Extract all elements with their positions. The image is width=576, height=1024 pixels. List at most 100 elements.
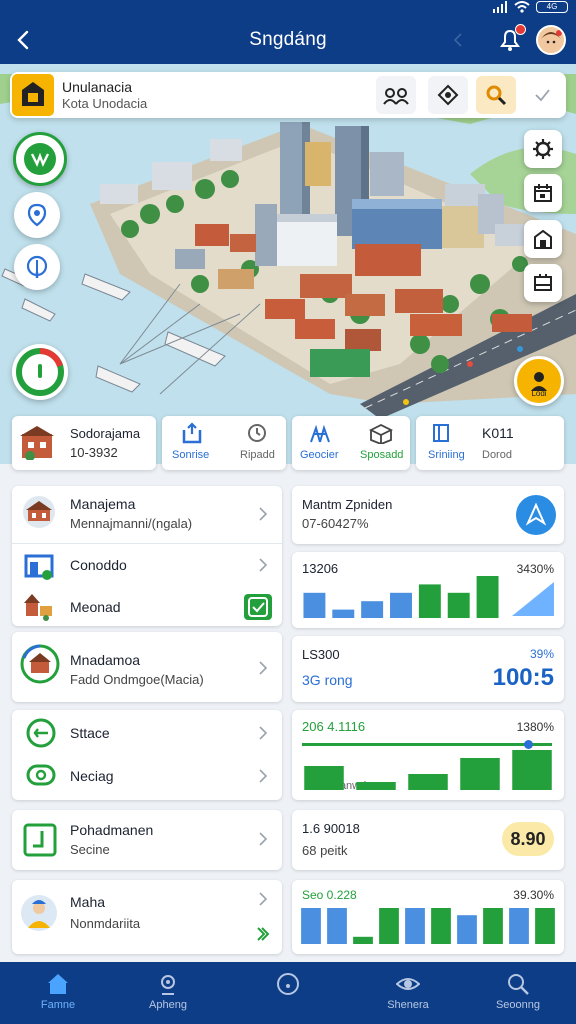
refresh-icon bbox=[182, 422, 202, 444]
chart-bar bbox=[361, 601, 384, 618]
chart-bar bbox=[327, 908, 347, 944]
stat-subtitle: 3G rong bbox=[302, 672, 353, 688]
stat-big-value: 100:5 bbox=[492, 664, 554, 691]
stat-card-overview[interactable]: Mantm Zpniden 07-60427% bbox=[292, 486, 564, 544]
quick-card-sharing[interactable]: K011 Sriniing Dorod bbox=[416, 416, 564, 470]
chart-bar bbox=[303, 592, 326, 618]
stat-title: 1.6 90018 bbox=[302, 821, 360, 836]
calendar-icon bbox=[534, 184, 552, 202]
double-chevron-icon[interactable] bbox=[256, 926, 270, 942]
pin-icon bbox=[26, 255, 48, 278]
stat-title: Mantm Zpniden bbox=[302, 497, 393, 512]
layers-button[interactable] bbox=[13, 132, 67, 186]
list-item[interactable]: Pohadmanen Secine bbox=[12, 810, 282, 870]
value-badge: 8.90 bbox=[502, 822, 554, 856]
list-item[interactable]: Neciag bbox=[12, 754, 282, 800]
chart-bar bbox=[379, 908, 399, 944]
list-item[interactable]: Mnadamoa Fadd Ondmgoe(Macia) bbox=[12, 632, 282, 702]
wifi-icon bbox=[514, 1, 530, 13]
avatar[interactable] bbox=[536, 25, 566, 55]
money-icon bbox=[26, 764, 56, 786]
chevron-right-icon bbox=[259, 507, 268, 521]
nav-profile[interactable]: Apheng bbox=[118, 962, 218, 1024]
quick-card-title: Sodorajama bbox=[70, 426, 141, 441]
map-tool-button-2[interactable] bbox=[524, 174, 562, 212]
quick-label-b: Dorod bbox=[482, 449, 512, 461]
quick-label-a: Sriniing bbox=[428, 449, 465, 461]
stat-subtitle: 68 peitk bbox=[302, 843, 348, 858]
list-item[interactable]: Sttace bbox=[12, 710, 282, 754]
box-icon bbox=[368, 423, 394, 444]
trend-up-icon bbox=[512, 582, 554, 616]
chart-bar bbox=[304, 766, 344, 790]
city-logo-icon bbox=[12, 74, 54, 116]
chevron-right-icon bbox=[259, 661, 268, 675]
chart-bar bbox=[476, 576, 499, 618]
confirm-button[interactable] bbox=[522, 76, 562, 114]
location-search-bar[interactable]: Unulanacia Kota Unodacia bbox=[10, 72, 566, 118]
list-item-title: Maha bbox=[70, 894, 106, 910]
chart-bar bbox=[457, 915, 477, 944]
location-icon bbox=[27, 203, 47, 227]
user-location-fab[interactable]: Lodi bbox=[514, 356, 564, 406]
stat-percent: 39% bbox=[529, 647, 554, 661]
stat-card-bars[interactable]: 13206 3430% bbox=[292, 552, 564, 628]
locate-button[interactable] bbox=[14, 192, 60, 238]
list-item-title: Pohadmanen bbox=[70, 822, 154, 838]
nav-search[interactable]: Seoonng bbox=[468, 962, 568, 1024]
nav-explore[interactable]: Shenera bbox=[358, 962, 458, 1024]
quick-label-b: Ripadd bbox=[240, 449, 275, 461]
list-item[interactable]: Manajema Mennajmanni/(ngala) bbox=[12, 486, 282, 542]
people-button[interactable] bbox=[376, 76, 416, 114]
quick-card-district[interactable]: Sodorajama 10-3932 bbox=[12, 416, 156, 470]
town-hall-icon bbox=[23, 496, 55, 528]
worker-avatar-icon bbox=[21, 895, 57, 931]
list-group-4: Pohadmanen Secine bbox=[12, 810, 282, 870]
nav-label: Shenera bbox=[387, 999, 429, 1011]
map-pin-icon bbox=[437, 84, 459, 106]
status-bar: 4G bbox=[0, 0, 576, 16]
building-icon bbox=[534, 229, 552, 249]
stat-card-columns[interactable]: Seo 0.228 39.30% bbox=[292, 880, 564, 954]
search-button[interactable] bbox=[476, 76, 516, 114]
chart-bar bbox=[431, 908, 451, 944]
quick-label-b: Sposadd bbox=[360, 449, 404, 461]
stat-card-value[interactable]: LS300 3G rong 39% 100:5 bbox=[292, 636, 564, 702]
list-item-subtitle: Mennajmanni/(ngala) bbox=[70, 516, 193, 531]
list-group-1: Manajema Mennajmanni/(ngala) Conoddo Meo… bbox=[12, 486, 282, 626]
home-icon bbox=[48, 974, 68, 994]
circle-icon bbox=[277, 973, 299, 995]
notification-dot bbox=[515, 24, 526, 35]
nav-home[interactable]: Famne bbox=[8, 962, 108, 1024]
nav-center[interactable] bbox=[238, 962, 338, 1024]
stat-card-progress[interactable]: 206 4.1116 1380% Danwris bbox=[292, 710, 564, 800]
pin-button[interactable] bbox=[428, 76, 468, 114]
list-group-5: Maha Nonmdariita bbox=[12, 880, 282, 954]
chevron-left-icon bbox=[453, 33, 462, 47]
search-icon bbox=[508, 974, 529, 995]
progress-button[interactable] bbox=[12, 344, 68, 400]
list-item-title: Meonad bbox=[70, 599, 121, 615]
stat-card-badge[interactable]: 1.6 90018 68 peitk 8.90 bbox=[292, 810, 564, 870]
map-tool-button-4[interactable] bbox=[524, 264, 562, 302]
map-tool-button-3[interactable] bbox=[524, 220, 562, 258]
notification-button[interactable] bbox=[496, 24, 526, 54]
battery-icon: 4G bbox=[536, 1, 568, 13]
quick-card-services[interactable]: Sonrise Ripadd bbox=[162, 416, 286, 470]
list-item-badge[interactable] bbox=[244, 594, 272, 620]
compass-button[interactable] bbox=[14, 244, 60, 290]
navigate-button[interactable] bbox=[516, 495, 556, 535]
document-icon bbox=[23, 823, 57, 857]
list-item[interactable]: Conoddo bbox=[12, 544, 282, 584]
list-item[interactable]: Meonad bbox=[12, 584, 282, 626]
quick-card-geo[interactable]: Geocier Sposadd bbox=[292, 416, 410, 470]
list-item[interactable]: Maha Nonmdariita bbox=[12, 880, 282, 954]
nav-label: Seoonng bbox=[495, 999, 541, 1011]
chart-bar bbox=[535, 908, 555, 944]
bar-chart-1 bbox=[303, 576, 554, 618]
map-tool-button-1[interactable] bbox=[524, 130, 562, 168]
list-item-title: Sttace bbox=[70, 725, 110, 741]
tower-icon bbox=[310, 424, 330, 443]
city-map[interactable]: Lodi bbox=[0, 64, 576, 464]
chevron-right-icon bbox=[259, 892, 268, 906]
